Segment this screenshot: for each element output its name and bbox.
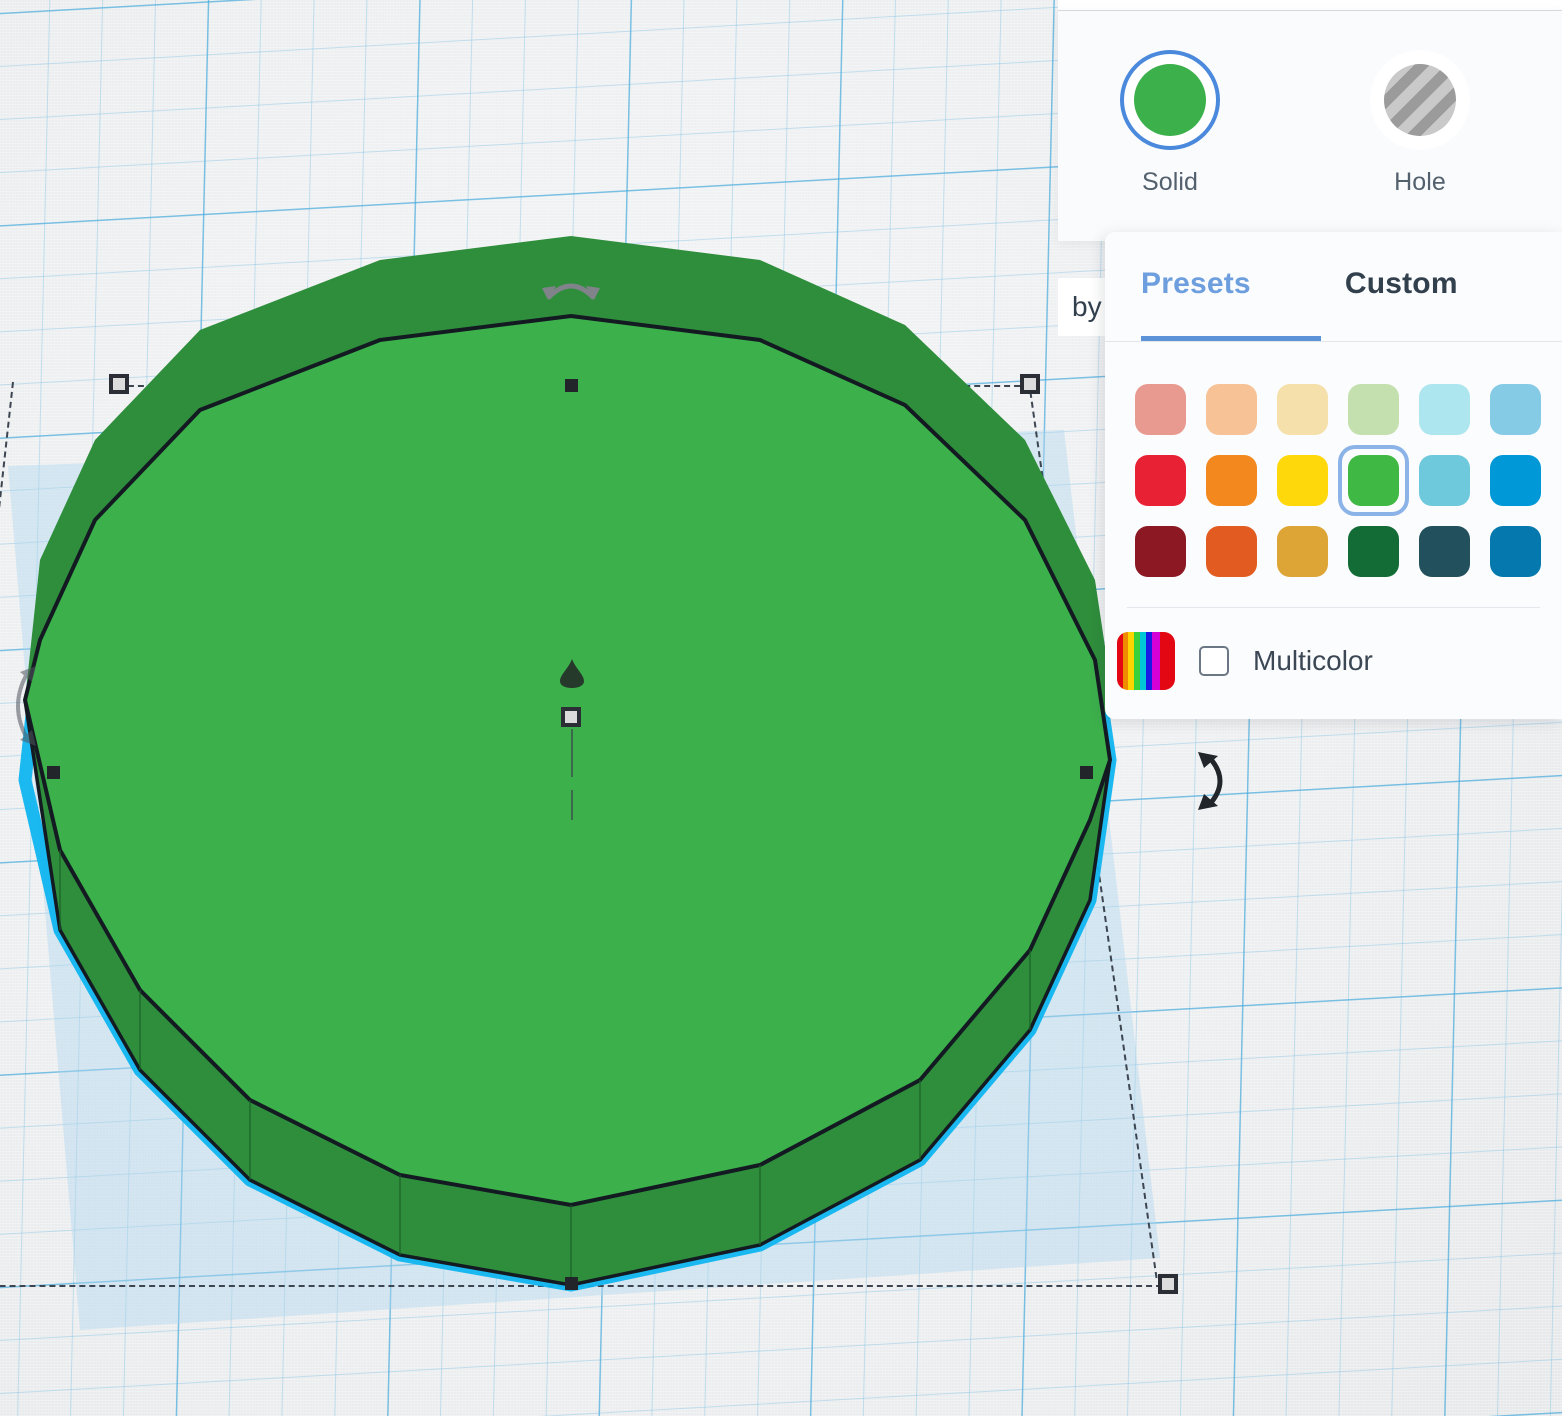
color-swatch-light-cream[interactable] — [1267, 374, 1338, 445]
move-handle-center[interactable] — [561, 707, 581, 727]
color-swatch-fill — [1490, 526, 1541, 577]
midpoint-handle-bottom[interactable] — [565, 1277, 578, 1290]
rainbow-gradient-swatch[interactable] — [1117, 632, 1175, 690]
midpoint-handle-left[interactable] — [47, 766, 60, 779]
tab-presets[interactable]: Presets — [1141, 267, 1251, 307]
color-swatch-fill — [1419, 455, 1470, 506]
midpoint-handle-top[interactable] — [565, 379, 578, 392]
color-swatch-fill — [1348, 384, 1399, 435]
color-swatch-fill — [1277, 455, 1328, 506]
solid-circle-icon — [1120, 50, 1220, 150]
color-swatch-blue[interactable] — [1480, 445, 1551, 516]
color-swatch-fill — [1206, 526, 1257, 577]
color-swatch-green[interactable] — [1338, 445, 1409, 516]
color-swatch-dark-yellow[interactable] — [1267, 516, 1338, 587]
color-swatch-fill — [1348, 455, 1399, 506]
tinkercad-editor-window: Solid Hole Alan Ye by Presets Custom Mul… — [0, 0, 1562, 1416]
tab-custom[interactable]: Custom — [1345, 267, 1458, 307]
hatched-circle-icon — [1370, 50, 1470, 150]
color-swatch-grid — [1105, 342, 1562, 587]
color-swatch-dark-green[interactable] — [1338, 516, 1409, 587]
multicolor-row: Multicolor — [1105, 608, 1562, 690]
scale-handle-top-left[interactable] — [109, 374, 129, 394]
color-swatch-fill — [1135, 384, 1186, 435]
color-presets-popover: Presets Custom Multicolor — [1105, 232, 1562, 719]
color-swatch-orange[interactable] — [1196, 445, 1267, 516]
color-swatch-dark-red[interactable] — [1125, 516, 1196, 587]
color-swatch-light-green[interactable] — [1338, 374, 1409, 445]
midpoint-handle-right[interactable] — [1080, 766, 1093, 779]
color-swatch-light-peach[interactable] — [1196, 374, 1267, 445]
rotate-handle-right[interactable] — [1196, 746, 1236, 816]
color-swatch-fill — [1348, 526, 1399, 577]
scale-handle-bottom-right[interactable] — [1158, 1274, 1178, 1294]
color-swatch-fill — [1135, 526, 1186, 577]
rotate-handle-left[interactable] — [6, 658, 40, 754]
panel-top-bar — [1058, 0, 1562, 11]
color-swatch-fill — [1419, 526, 1470, 577]
color-swatch-sky[interactable] — [1409, 445, 1480, 516]
color-swatch-fill — [1135, 455, 1186, 506]
shape-type-solid-label: Solid — [1141, 168, 1199, 196]
color-swatch-light-cyan[interactable] — [1409, 374, 1480, 445]
color-swatch-fill — [1206, 455, 1257, 506]
color-swatch-fill — [1419, 384, 1470, 435]
rotate-handle-top[interactable] — [538, 272, 604, 304]
color-swatch-fill — [1206, 384, 1257, 435]
color-picker-tabs: Presets Custom — [1105, 232, 1562, 342]
shape-type-selector: Solid Hole — [1110, 50, 1480, 197]
color-swatch-dark-blue[interactable] — [1480, 516, 1551, 587]
multicolor-label: Multicolor — [1253, 645, 1373, 676]
shape-type-solid[interactable]: Solid — [1110, 50, 1230, 197]
color-swatch-fill — [1490, 384, 1541, 435]
shape-type-hole[interactable]: Hole — [1360, 50, 1480, 197]
height-handle-center[interactable] — [558, 657, 586, 694]
multicolor-checkbox[interactable] — [1199, 646, 1229, 676]
color-swatch-light-blue[interactable] — [1480, 374, 1551, 445]
color-swatch-fill — [1277, 526, 1328, 577]
color-swatch-fill — [1490, 455, 1541, 506]
color-swatch-dark-orange[interactable] — [1196, 516, 1267, 587]
shape-properties-panel: Solid Hole — [1058, 11, 1562, 241]
scale-handle-top-right[interactable] — [1020, 374, 1040, 394]
color-swatch-yellow[interactable] — [1267, 445, 1338, 516]
shape-type-hole-label: Hole — [1394, 168, 1446, 196]
color-swatch-light-salmon[interactable] — [1125, 374, 1196, 445]
color-swatch-fill — [1277, 384, 1328, 435]
active-tab-indicator — [1141, 336, 1321, 341]
color-swatch-red[interactable] — [1125, 445, 1196, 516]
color-swatch-dark-teal[interactable] — [1409, 516, 1480, 587]
